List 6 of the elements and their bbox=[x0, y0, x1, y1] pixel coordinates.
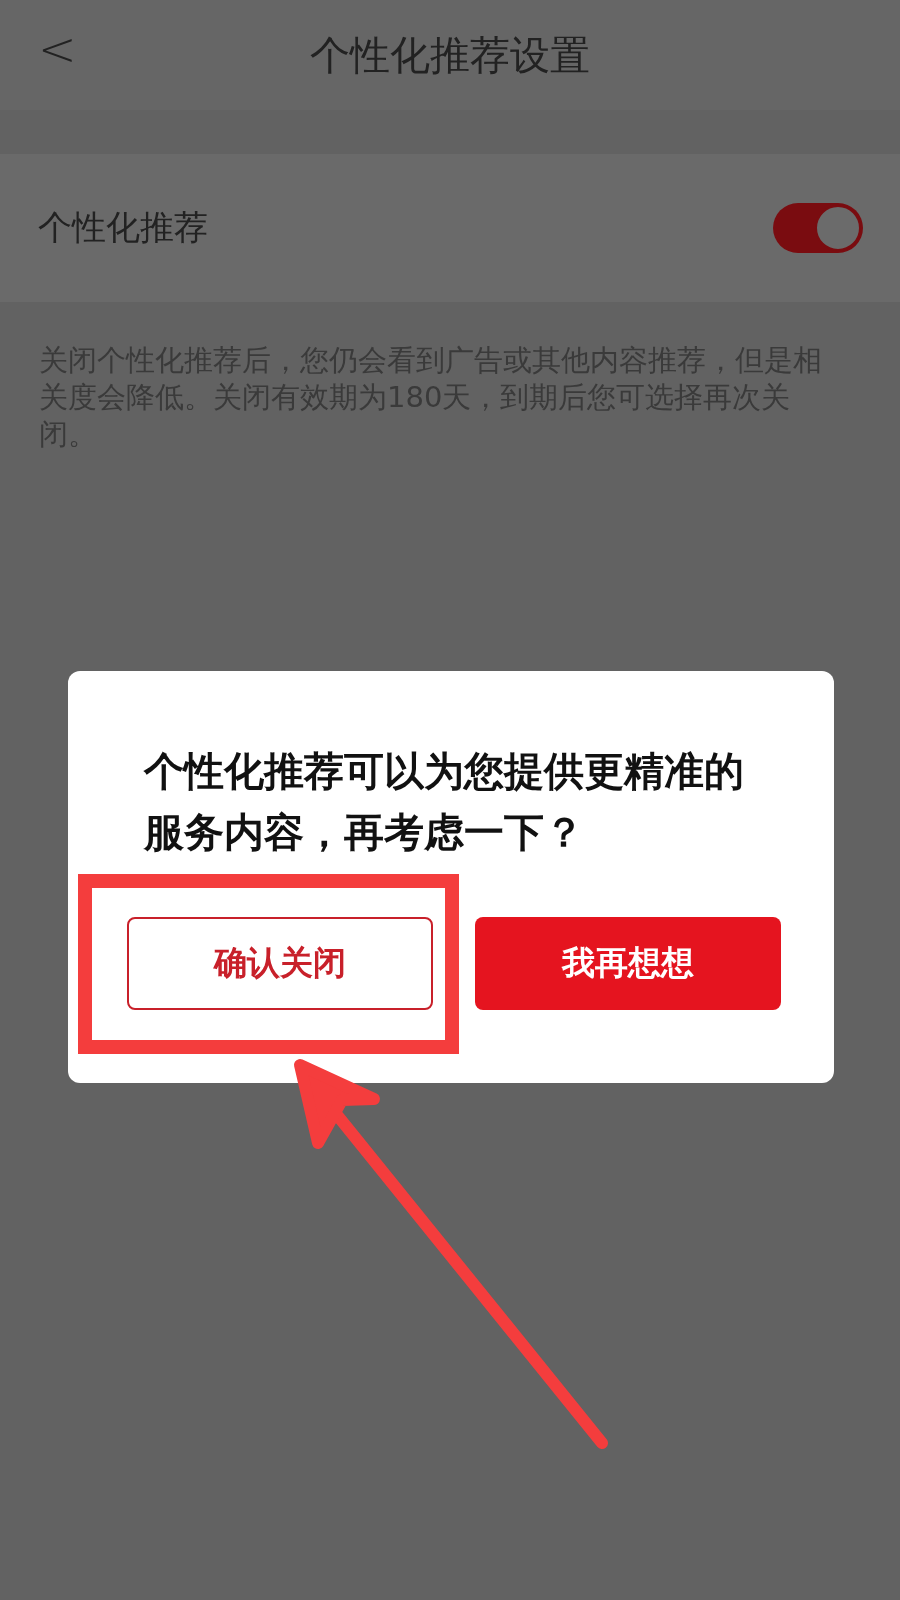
page-title: 个性化推荐设置 bbox=[310, 30, 590, 80]
dialog-message: 个性化推荐可以为您提供更精准的服务内容，再考虑一下？ bbox=[143, 747, 745, 857]
keep-button[interactable]: 我再想想 bbox=[474, 917, 781, 1010]
setting-label: 个性化推荐 bbox=[38, 206, 208, 249]
confirm-close-button[interactable]: 确认关闭 bbox=[126, 917, 433, 1010]
back-button[interactable]: < bbox=[38, 22, 77, 76]
